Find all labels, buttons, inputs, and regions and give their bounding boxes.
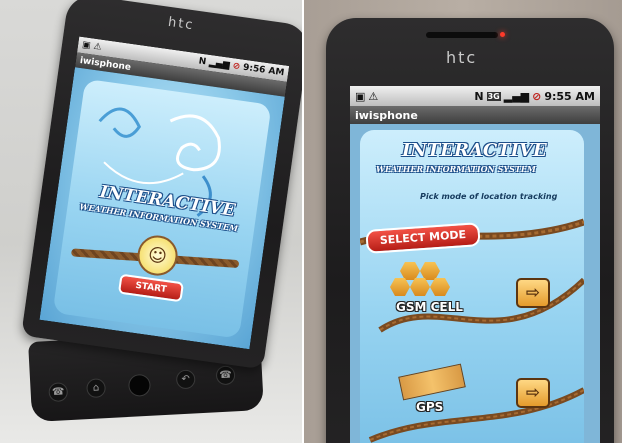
brand-logo: htc xyxy=(167,14,196,34)
left-photo: ☎ ⌂ ↶ ☎ htc ▣ ⚠ N ▂▄▆ ⊘ 9:56 AM iwisphon… xyxy=(0,0,302,443)
warning-icon: ⚠ xyxy=(368,89,379,103)
no-sim-icon: ⊘ xyxy=(231,61,241,73)
honeycomb-cell xyxy=(420,262,440,280)
honeycomb-cell xyxy=(400,262,420,280)
notification-icon: ▣ xyxy=(81,40,92,52)
honeycomb-cell xyxy=(410,278,430,296)
app-background: INTERACTIVE WEATHER INFORMATION SYSTEM ☺… xyxy=(39,67,285,350)
signal-icon: ▂▄▆ xyxy=(208,57,231,71)
warning-icon: ⚠ xyxy=(92,41,103,53)
gps-arrow-button[interactable]: ⇨ xyxy=(516,378,550,408)
gps-label: GPS xyxy=(416,400,444,414)
status-bar: ▣ ⚠ N 3G ▂▄▆ ⊘ 9:55 AM xyxy=(350,86,600,106)
phone-icon[interactable]: ☎ xyxy=(48,382,69,403)
no-sim-icon: ⊘ xyxy=(532,89,542,103)
phone-right: htc ▣ ⚠ N 3G ▂▄▆ ⊘ 9:55 AM iwisphone INT… xyxy=(326,18,614,443)
trackball-icon[interactable] xyxy=(127,373,152,397)
screen-right: ▣ ⚠ N 3G ▂▄▆ ⊘ 9:55 AM iwisphone INTERAC… xyxy=(350,86,600,443)
honeycomb-cell xyxy=(430,278,450,296)
status-time: 9:55 AM xyxy=(544,89,595,103)
led-indicator xyxy=(500,32,505,37)
splash-card: INTERACTIVE WEATHER INFORMATION SYSTEM ☺… xyxy=(52,78,272,339)
gsm-cell-label: GSM CELL xyxy=(396,300,463,314)
arrow-right-icon: ⇨ xyxy=(525,383,541,403)
end-call-icon[interactable]: ☎ xyxy=(215,365,236,386)
network-type-badge: 3G xyxy=(486,91,501,101)
signal-icon: ▂▄▆ xyxy=(503,89,530,103)
gsm-cell-arrow-button[interactable]: ⇨ xyxy=(516,278,550,308)
earpiece-speaker xyxy=(426,32,498,38)
gsm-cell-option[interactable]: GSM CELL xyxy=(390,258,470,328)
back-icon[interactable]: ↶ xyxy=(175,369,196,390)
honeycomb-cell xyxy=(390,278,410,296)
gps-option[interactable]: GPS xyxy=(396,363,476,430)
brand-logo: htc xyxy=(446,48,478,67)
app-title: iwisphone xyxy=(355,108,418,122)
app-title-bar: iwisphone xyxy=(350,106,600,124)
vibrate-icon: N xyxy=(474,89,484,103)
notification-icon: ▣ xyxy=(355,89,366,103)
screen-left: ▣ ⚠ N ▂▄▆ ⊘ 9:56 AM iwisphone INTERACTIV… xyxy=(39,36,290,350)
phone-left: htc ▣ ⚠ N ▂▄▆ ⊘ 9:56 AM iwisphone INTERA… xyxy=(21,0,302,370)
home-icon[interactable]: ⌂ xyxy=(86,378,107,399)
arrow-right-icon: ⇨ xyxy=(525,283,541,303)
app-background: INTERACTIVE WEATHER INFORMATION SYSTEM P… xyxy=(350,124,600,443)
right-photo: htc ▣ ⚠ N 3G ▂▄▆ ⊘ 9:55 AM iwisphone INT… xyxy=(304,0,622,443)
mode-card: INTERACTIVE WEATHER INFORMATION SYSTEM P… xyxy=(360,130,584,443)
satellite-icon xyxy=(398,363,466,401)
vibrate-icon: N xyxy=(197,56,207,68)
